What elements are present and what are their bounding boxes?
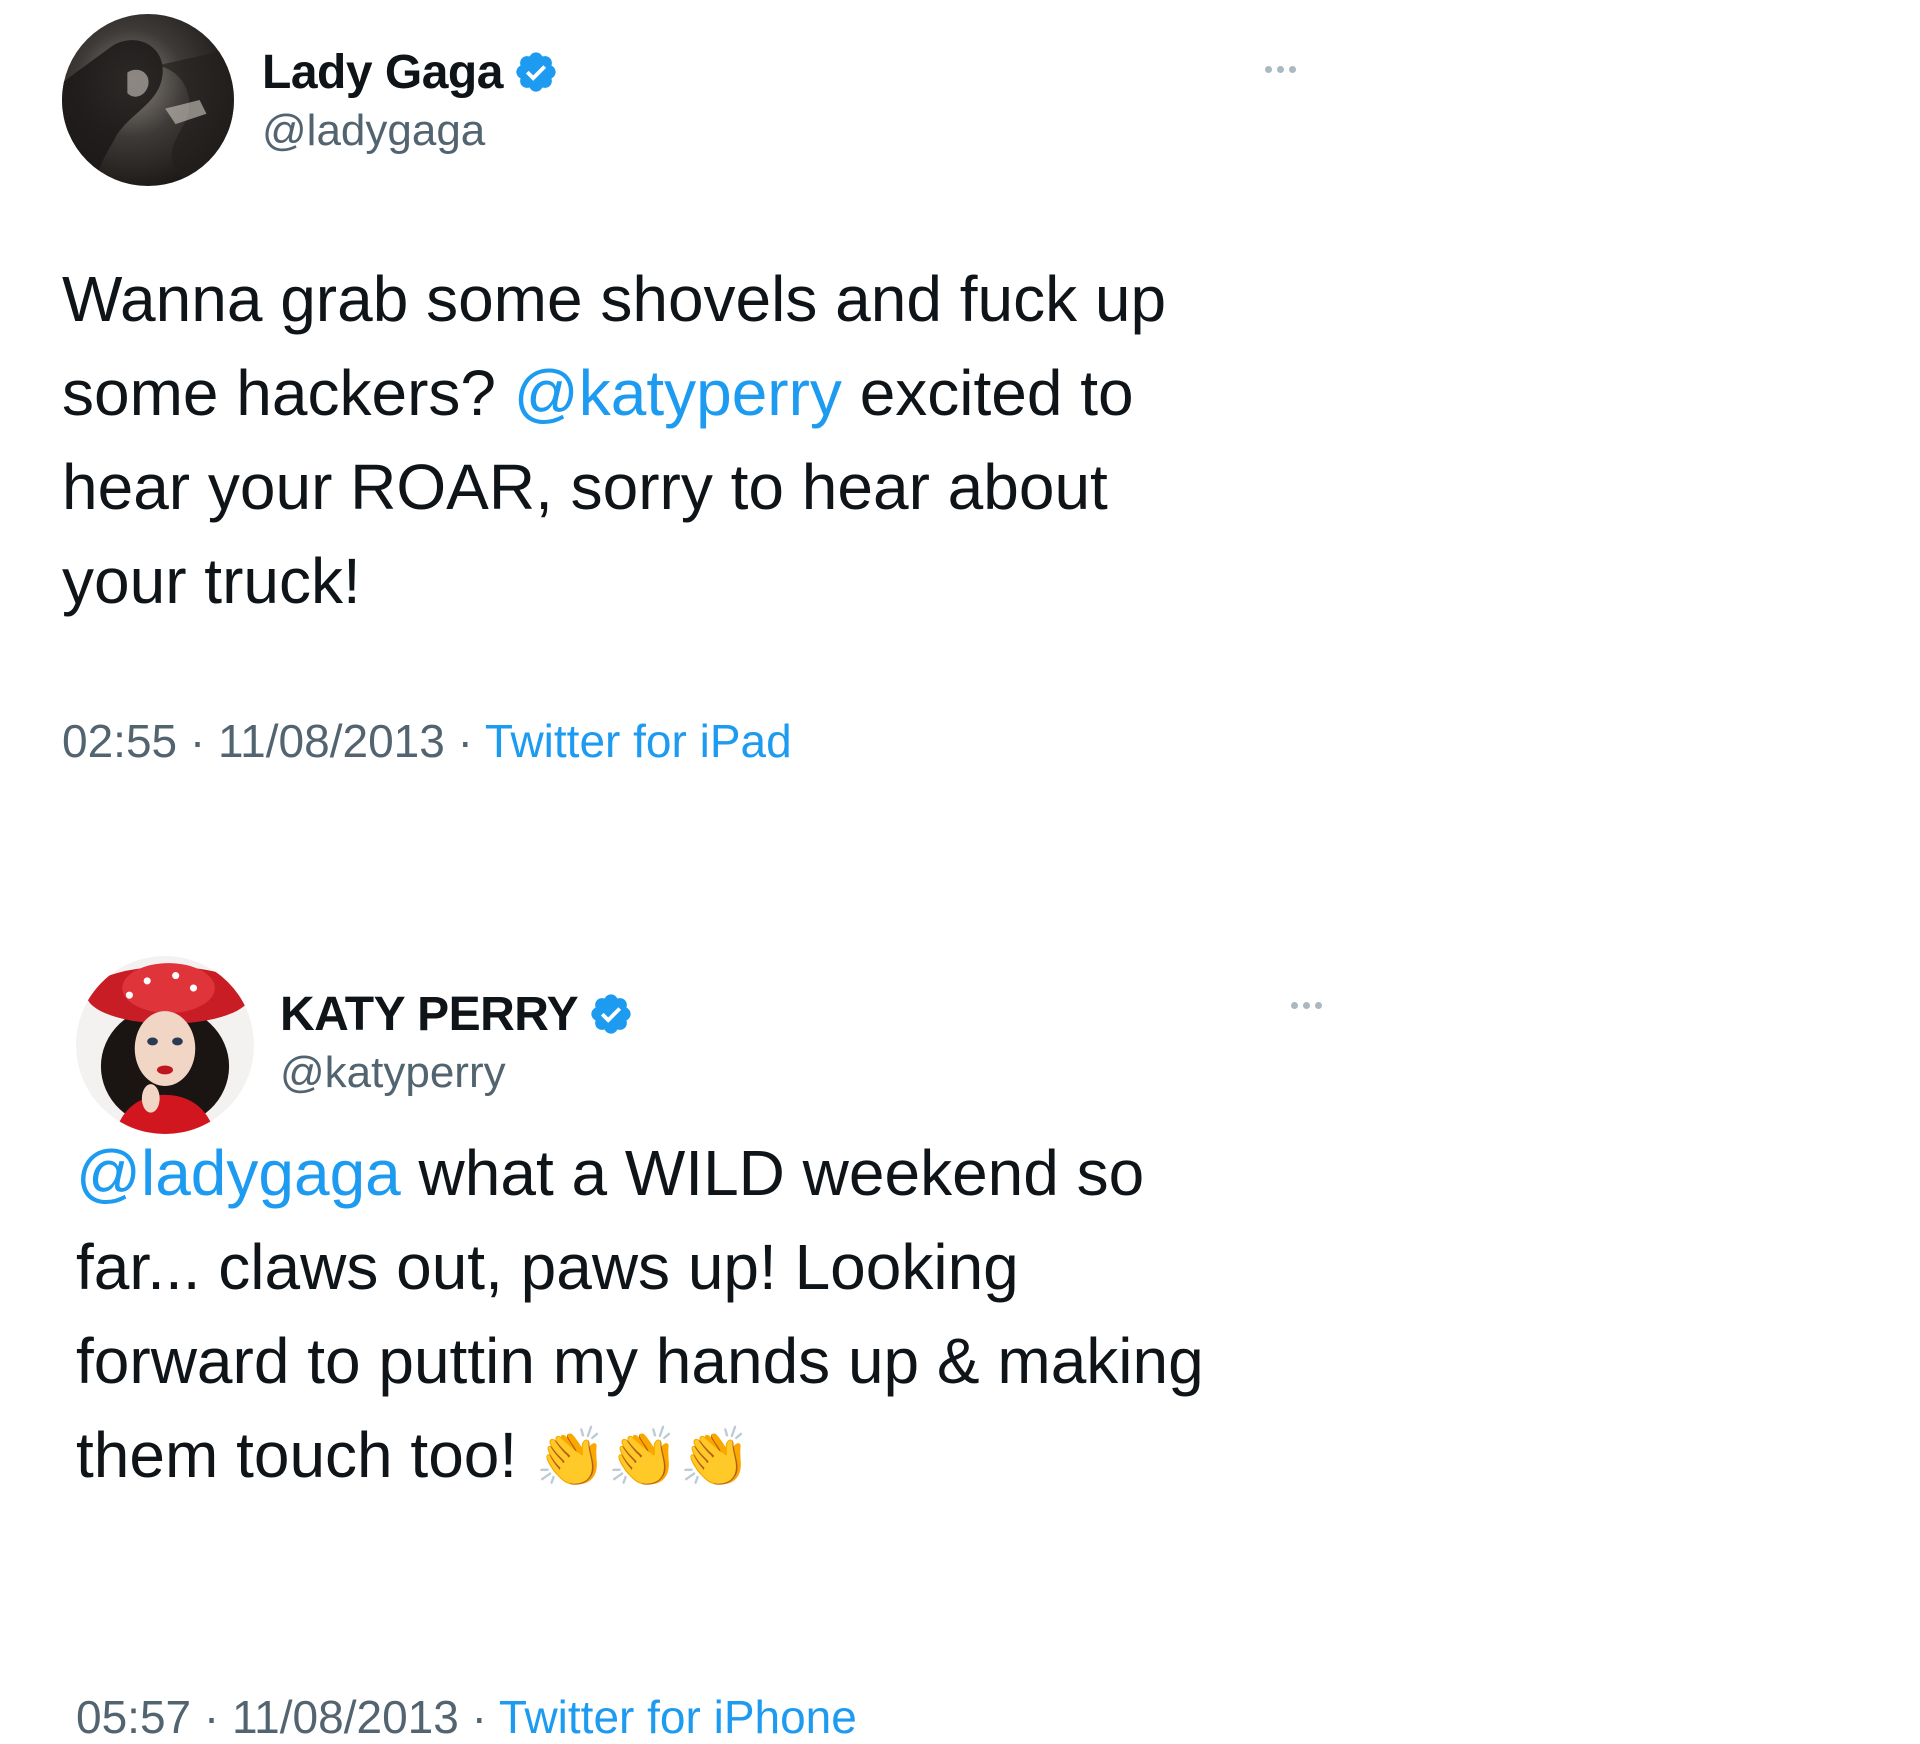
handle[interactable]: @katyperry [280, 1048, 634, 1098]
tweet-date[interactable]: 11/08/2013 [218, 715, 445, 767]
tweet-text-line: hear your ROAR, sorry to hear about [62, 451, 1108, 523]
tweet-card-ladygaga[interactable]: Lady Gaga @ladygaga Wanna grab some shov… [0, 0, 1380, 790]
tweet-text-segment: excited to [841, 357, 1134, 429]
tweet-source-link[interactable]: Twitter for iPad [485, 715, 792, 767]
meta-separator: · [191, 1691, 233, 1743]
mention-link[interactable]: @ladygaga [76, 1137, 401, 1209]
meta-separator: · [458, 1691, 499, 1743]
tweet-text-line: them touch too! [76, 1419, 535, 1491]
meta-separator: · [177, 715, 219, 767]
avatar-katyperry[interactable] [76, 956, 254, 1134]
more-options-icon[interactable] [1276, 990, 1336, 1020]
tweet-card-katyperry[interactable]: KATY PERRY @katyperry @ladygaga what a W… [14, 920, 1416, 1743]
meta-separator: · [444, 715, 485, 767]
tweet-time[interactable]: 05:57 [76, 1691, 191, 1743]
tweet-text-line: Wanna grab some shovels and fuck up [62, 263, 1167, 335]
tweet-date[interactable]: 11/08/2013 [232, 1691, 459, 1743]
tweet-text: Wanna grab some shovels and fuck up some… [62, 252, 1362, 628]
tweet-source-link[interactable]: Twitter for iPhone [499, 1691, 857, 1743]
mention-link[interactable]: @katyperry [514, 357, 842, 429]
tweet-text-line: far... claws out, paws up! Looking [76, 1231, 1019, 1303]
tweet-text-line: forward to puttin my hands up & making [76, 1325, 1204, 1397]
verified-badge-icon [591, 994, 631, 1034]
display-name[interactable]: Lady Gaga [262, 45, 503, 100]
avatar-ladygaga[interactable] [62, 14, 234, 186]
tweet-text-segment: some hackers? [62, 357, 514, 429]
tweet-text-segment: what a WILD weekend so [400, 1137, 1145, 1209]
tweet-meta: 05:57 · 11/08/2013 · Twitter for iPhone [76, 1690, 857, 1744]
tweet-meta: 02:55 · 11/08/2013 · Twitter for iPad [62, 714, 792, 768]
tweet-text: @ladygaga what a WILD weekend so far... … [76, 1126, 1416, 1505]
clapping-hands-emoji: 👏👏👏 [534, 1425, 752, 1490]
more-options-icon[interactable] [1250, 54, 1310, 84]
tweet-text-line: your truck! [62, 545, 361, 617]
verified-badge-icon [516, 52, 556, 92]
handle[interactable]: @ladygaga [262, 106, 559, 156]
tweet-time[interactable]: 02:55 [62, 715, 177, 767]
display-name[interactable]: KATY PERRY [280, 987, 579, 1042]
